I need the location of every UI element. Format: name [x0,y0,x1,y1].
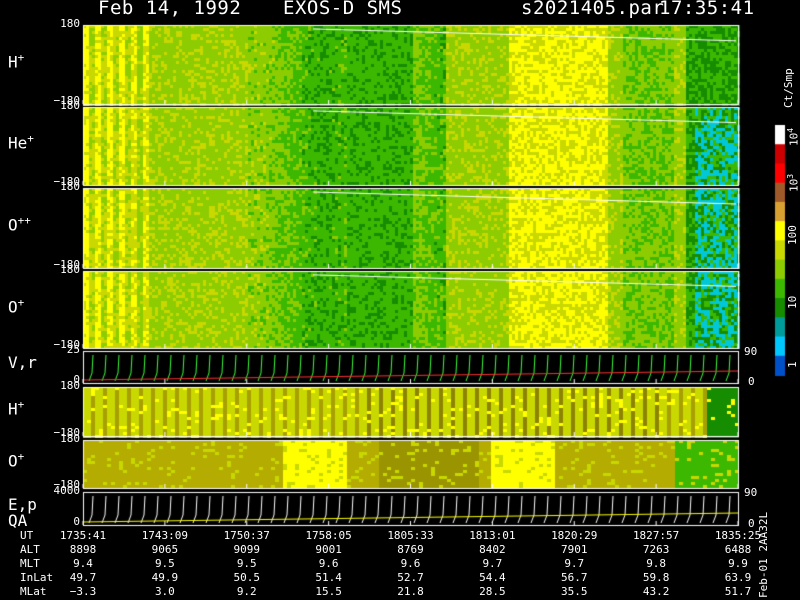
footer-cell: 9001 [315,543,342,556]
footer-cell: 9.7 [564,557,585,570]
header-file: s2021405.par [521,0,665,19]
panel-label: O+ [8,450,25,471]
colorbar-unit: Ct/Smp [782,68,795,108]
footer-cell: 56.7 [561,571,588,584]
footer-cell: 9.5 [154,557,175,570]
footer-cell: 9099 [233,543,261,556]
footer-cell: 63.9 [724,571,752,584]
footer-cell: 9.2 [236,585,257,598]
y-tick-bottom: 0 [73,515,80,528]
y-tick-top: 180 [60,180,80,193]
footer-cell: 9.7 [482,557,503,570]
panel-label: O++ [8,214,31,235]
footer-cell: 9065 [151,543,179,556]
panel-label: V,r [8,353,37,372]
footer-cell: 1827:57 [632,529,680,542]
y2-tick-bottom: 0 [748,375,755,388]
footer-cell: 9.4 [73,557,93,570]
footer-cell: −3.3 [69,585,97,598]
side-label: Feb-01 2AA32L [757,511,770,598]
y2-tick-top: 90 [744,486,758,499]
colorbar-label: 1 [786,361,799,368]
footer-cell: 35.5 [561,585,588,598]
footer-cell: 52.7 [397,571,424,584]
footer-cell: 8898 [69,543,97,556]
header-instrument: EXOS-D SMS [283,0,403,19]
footer-cell: 3.0 [154,585,175,598]
footer-cell: 59.8 [642,571,670,584]
footer-cell: 1835:25 [714,529,762,542]
footer-cell: 54.4 [479,571,506,584]
colorbar-label: 104 [786,127,800,146]
footer-cell: 7263 [642,543,670,556]
footer-cell: 9.6 [400,557,421,570]
footer-cell: 7901 [561,543,588,556]
footer-row-name: InLat [20,571,54,584]
footer-cell: 6488 [724,543,752,556]
footer-cell: 49.7 [69,571,97,584]
footer-cell: 1758:05 [305,529,352,542]
colorbar-label: 103 [786,173,800,192]
header-time: 17:35:41 [659,0,755,19]
panel-label: O+ [8,295,25,316]
y-tick-top: 25 [66,343,80,356]
footer-cell: 1805:33 [387,529,434,542]
footer-row-name: MLT [20,557,40,570]
y2-tick-top: 90 [744,345,758,358]
footer-cell: 51.7 [724,585,752,598]
footer-cell: 1735:41 [59,529,107,542]
footer-cell: 21.8 [397,585,424,598]
header-date: Feb 14, 1992 [98,0,242,19]
footer-row-name: ALT [20,543,40,556]
y-tick-top: 180 [60,17,80,30]
footer-cell: 28.5 [479,585,506,598]
y-tick-top: 4000 [53,484,81,497]
footer-cell: 1820:29 [551,529,598,542]
footer-cell: 50.5 [233,571,261,584]
colorbar-label: 100 [786,225,799,245]
panel-label: He+ [8,132,34,153]
panel-label: H+ [8,397,25,418]
footer-cell: 43.2 [642,585,670,598]
footer-cell: 8769 [397,543,424,556]
footer-row-name: MLat [20,585,47,598]
y-tick-top: 180 [60,99,80,112]
y-tick-top: 180 [60,379,80,392]
footer-cell: 8402 [479,543,506,556]
spectrogram-canvas [0,0,800,600]
y-tick-top: 180 [60,263,80,276]
footer-cell: 1743:09 [141,529,189,542]
footer-cell: 1813:01 [469,529,516,542]
y-tick-top: 180 [60,432,80,445]
footer-cell: 15.5 [315,585,342,598]
footer-cell: 49.9 [151,571,179,584]
panel-label-2: QA [8,510,28,530]
colorbar-label: 10 [786,295,799,309]
footer-cell: 9.6 [318,557,339,570]
footer-cell: 51.4 [315,571,342,584]
footer-cell: 9.5 [236,557,257,570]
footer-cell: 1750:37 [223,529,270,542]
panel-label: H+ [8,50,25,71]
footer-row-name: UT [20,529,34,542]
footer-cell: 9.9 [728,557,748,570]
footer-cell: 9.8 [646,557,667,570]
